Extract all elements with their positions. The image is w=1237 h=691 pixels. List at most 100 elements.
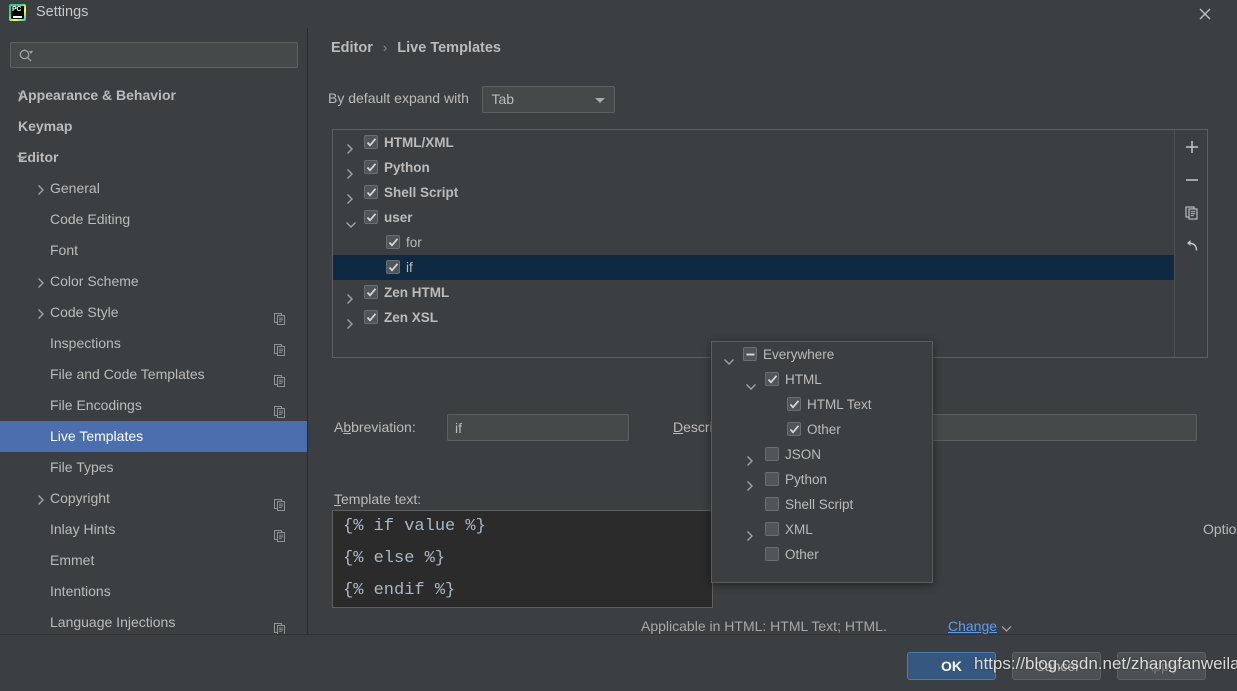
context-popup-row[interactable]: HTML Text xyxy=(712,392,932,417)
context-chooser-popup[interactable]: Everywhere HTML HTML Text Other JSON Python Sh… xyxy=(711,341,933,583)
context-checkbox[interactable] xyxy=(765,372,779,386)
sidebar-scrollbar[interactable] xyxy=(290,28,589,606)
template-row-label: HTML/XML xyxy=(384,135,454,150)
context-popup-row[interactable]: Other xyxy=(712,542,932,567)
cancel-button[interactable]: Cancel xyxy=(1012,652,1101,680)
sidebar-tree: Appearance & Behavior Keymap Editor General… xyxy=(0,80,308,658)
context-checkbox[interactable] xyxy=(765,472,779,486)
breadcrumb-separator-icon: › xyxy=(382,40,388,55)
template-tree-row[interactable]: if xyxy=(333,255,1174,280)
sidebar-item-font[interactable]: Font xyxy=(0,235,308,266)
context-popup-row[interactable]: Shell Script xyxy=(712,492,932,517)
search-input[interactable] xyxy=(39,43,294,67)
template-tree-row[interactable]: Zen XSL xyxy=(333,305,1174,330)
sidebar-item-emmet[interactable]: Emmet xyxy=(0,545,308,576)
sidebar-item-inspections[interactable]: Inspections xyxy=(0,328,308,359)
chevron-down-icon xyxy=(594,98,605,103)
template-tree-row[interactable]: Python xyxy=(333,155,1174,180)
context-checkbox[interactable] xyxy=(765,547,779,561)
abbreviation-label: Abbreviation: xyxy=(334,419,416,435)
search-box[interactable] xyxy=(10,42,298,68)
chevron-right-icon[interactable] xyxy=(345,313,355,338)
template-checkbox[interactable] xyxy=(364,135,378,149)
context-popup-row[interactable]: Python xyxy=(712,467,932,492)
sidebar-item-intentions[interactable]: Intentions xyxy=(0,576,308,607)
remove-button[interactable] xyxy=(1175,163,1208,196)
context-checkbox[interactable] xyxy=(787,422,801,436)
sidebar-item-code-style[interactable]: Code Style xyxy=(0,297,308,328)
context-popup-row[interactable]: Everywhere xyxy=(712,342,932,367)
abbreviation-input[interactable] xyxy=(447,414,629,441)
context-checkbox[interactable] xyxy=(765,522,779,536)
template-checkbox[interactable] xyxy=(364,160,378,174)
context-popup-row[interactable]: HTML xyxy=(712,367,932,392)
template-tree-row[interactable]: user xyxy=(333,205,1174,230)
template-row-label: Python xyxy=(384,160,430,175)
template-checkbox[interactable] xyxy=(364,285,378,299)
template-tree-row[interactable]: HTML/XML xyxy=(333,130,1174,155)
template-checkbox[interactable] xyxy=(386,260,400,274)
close-icon[interactable] xyxy=(1193,3,1217,25)
pycharm-icon: PC xyxy=(9,4,26,21)
revert-button[interactable] xyxy=(1175,229,1208,262)
breadcrumb: Editor › Live Templates xyxy=(331,40,501,56)
options-group-label: Options xyxy=(1198,521,1237,537)
context-popup-row[interactable]: Other xyxy=(712,417,932,442)
sidebar-item-label: Font xyxy=(50,242,79,258)
template-checkbox[interactable] xyxy=(364,310,378,324)
default-expand-combo[interactable]: Tab xyxy=(481,86,615,113)
sidebar-item-label: General xyxy=(50,180,100,196)
sidebar-item-copyright[interactable]: Copyright xyxy=(0,483,308,514)
context-row-label: Everywhere xyxy=(763,347,835,362)
template-checkbox[interactable] xyxy=(364,185,378,199)
apply-button[interactable]: Apply xyxy=(1117,652,1206,680)
chevron-right-icon[interactable] xyxy=(16,80,30,111)
sidebar-item-color-scheme[interactable]: Color Scheme xyxy=(0,266,308,297)
template-checkbox[interactable] xyxy=(364,210,378,224)
copyable-settings-icon xyxy=(274,306,286,325)
copy-button[interactable] xyxy=(1175,196,1208,229)
add-button[interactable] xyxy=(1175,130,1208,163)
template-checkbox[interactable] xyxy=(386,235,400,249)
chevron-right-icon[interactable] xyxy=(36,173,50,204)
context-checkbox[interactable] xyxy=(765,447,779,461)
context-checkbox[interactable] xyxy=(765,497,779,511)
template-tree-list[interactable]: HTML/XML Python Shell Script user for if Zen H… xyxy=(333,130,1174,357)
context-popup-row[interactable]: XML xyxy=(712,517,932,542)
ok-button[interactable]: OK xyxy=(907,652,996,680)
sidebar-item-editor[interactable]: Editor xyxy=(0,142,308,173)
chevron-right-icon[interactable] xyxy=(36,297,50,328)
sidebar-item-code-editing[interactable]: Code Editing xyxy=(0,204,308,235)
chevron-right-icon[interactable] xyxy=(36,483,50,514)
template-row-label: Zen XSL xyxy=(384,310,439,325)
default-expand-value: Tab xyxy=(491,91,515,107)
template-row-label: user xyxy=(384,210,413,225)
breadcrumb-parent[interactable]: Editor xyxy=(331,40,373,56)
sidebar-item-file-types[interactable]: File Types xyxy=(0,452,308,483)
chevron-down-icon[interactable] xyxy=(16,142,30,173)
copyable-settings-icon xyxy=(274,368,286,387)
applicable-context-text: Applicable in HTML: HTML Text; HTML. xyxy=(641,618,887,634)
sidebar-item-inlay-hints[interactable]: Inlay Hints xyxy=(0,514,308,545)
template-tree-row[interactable]: for xyxy=(333,230,1174,255)
template-text-editor[interactable]: {% if value %} {% else %} {% endif %} xyxy=(332,510,713,608)
change-context-link[interactable]: Change xyxy=(948,618,997,634)
sidebar-item-appearance-behavior[interactable]: Appearance & Behavior xyxy=(0,80,308,111)
context-checkbox[interactable] xyxy=(787,397,801,411)
sidebar-item-keymap[interactable]: Keymap xyxy=(0,111,308,142)
context-row-label: Other xyxy=(785,547,819,562)
sidebar-item-live-templates[interactable]: Live Templates xyxy=(0,421,308,452)
template-tree-row[interactable]: Zen HTML xyxy=(333,280,1174,305)
context-checkbox[interactable] xyxy=(743,347,757,361)
chevron-right-icon[interactable] xyxy=(36,266,50,297)
settings-dialog: PC Settings Appearance & Behavior Keymap E… xyxy=(0,0,1237,691)
sidebar-item-file-and-code-templates[interactable]: File and Code Templates xyxy=(0,359,308,390)
template-tree-toolbar xyxy=(1174,130,1207,357)
sidebar-item-label: File Encodings xyxy=(50,397,142,413)
copyable-settings-icon xyxy=(274,337,286,356)
template-tree-row[interactable]: Shell Script xyxy=(333,180,1174,205)
sidebar-item-general[interactable]: General xyxy=(0,173,308,204)
sidebar-item-file-encodings[interactable]: File Encodings xyxy=(0,390,308,421)
context-popup-row[interactable]: JSON xyxy=(712,442,932,467)
sidebar-item-label: Code Style xyxy=(50,304,119,320)
